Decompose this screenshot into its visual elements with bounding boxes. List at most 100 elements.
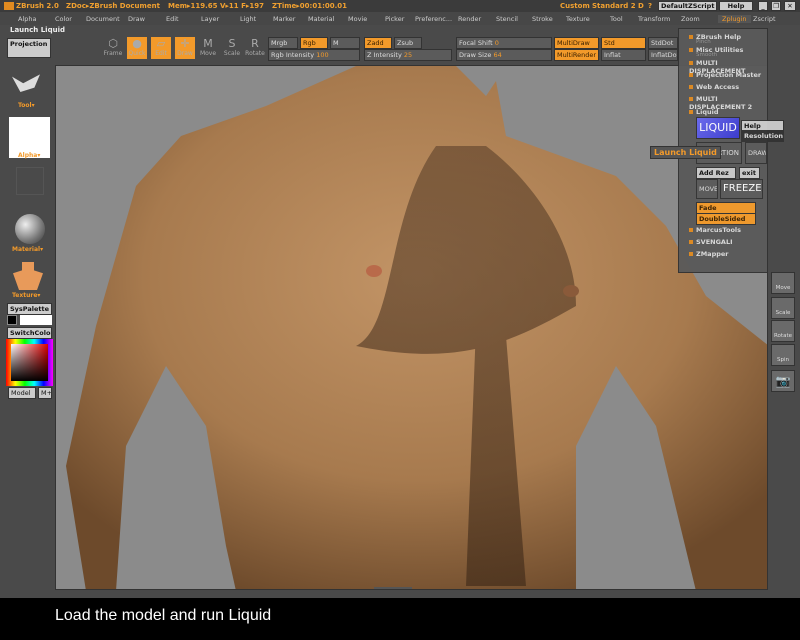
frame-icon: ⬡ — [108, 37, 118, 50]
plugin-item[interactable]: MarcusTools — [689, 226, 741, 234]
plugin-item[interactable]: Misc Utilities Smooth — [689, 46, 743, 58]
move-view-button[interactable]: Move — [771, 272, 795, 294]
menu-light[interactable]: Light — [240, 15, 256, 23]
minimize-icon[interactable]: _ — [758, 1, 768, 11]
model-button[interactable]: Model — [8, 387, 36, 399]
plugin-item-label: Web Access — [696, 83, 740, 91]
freeze-button[interactable]: FREEZE — [720, 179, 763, 199]
material-dropdown[interactable]: Material▾ — [12, 246, 43, 253]
menu-render[interactable]: Render — [458, 15, 481, 23]
custom-button[interactable]: Custom — [560, 2, 590, 10]
menu-draw[interactable]: Draw — [128, 15, 145, 23]
quick-icon: ● — [132, 37, 142, 50]
help-question-button[interactable]: ? — [648, 2, 652, 10]
focal-shift-slider[interactable]: Focal Shift 0 — [456, 37, 552, 49]
texture-thumbnail-icon[interactable] — [13, 262, 43, 290]
zsub-button[interactable]: Zsub — [394, 37, 422, 49]
menu-tool[interactable]: Tool — [610, 15, 623, 23]
draw-icon: ✛ — [180, 37, 190, 50]
exit-button[interactable]: exit — [739, 167, 760, 179]
std-button[interactable]: Std — [601, 37, 646, 49]
quick-button[interactable]: ● Quick — [127, 37, 147, 59]
secondary-color-swatch[interactable] — [7, 315, 17, 325]
canvas-viewport[interactable] — [55, 65, 768, 590]
menu-layer[interactable]: Layer — [201, 15, 219, 23]
help-button[interactable]: Help — [719, 1, 753, 11]
alpha-dropdown[interactable]: Alpha▾ — [18, 152, 40, 159]
menu-document[interactable]: Document — [86, 15, 120, 23]
frame-button[interactable]: ⬡ Frame — [103, 37, 123, 59]
primary-color-swatch[interactable] — [20, 315, 52, 325]
color-picker[interactable] — [6, 339, 53, 386]
plugin-item[interactable]: Projection Master — [689, 71, 761, 79]
edit-icon: ▱ — [156, 37, 166, 50]
menu-picker[interactable]: Picker — [385, 15, 404, 23]
projection-master-button[interactable]: Projection Master — [7, 38, 51, 58]
default-zscript-button[interactable]: DefaultZScript — [658, 1, 718, 11]
add-rez-button[interactable]: Add Rez — [696, 167, 736, 179]
multirender-button[interactable]: MultiRender — [554, 49, 599, 61]
stroke-thumbnail[interactable] — [16, 167, 44, 195]
move-icon: M — [203, 37, 213, 50]
doublesided-toggle[interactable]: DoubleSided — [696, 213, 756, 225]
move-button[interactable]: M Move — [198, 37, 218, 59]
menu-preferenc[interactable]: Preferenc... — [415, 15, 452, 23]
plugin-item[interactable]: Web Access — [689, 83, 739, 91]
z-intensity-slider[interactable]: Z Intensity 25 — [364, 49, 452, 61]
edit-button[interactable]: ▱ Edit — [151, 37, 171, 59]
rgb-button[interactable]: Rgb — [300, 37, 328, 49]
plugin-item[interactable]: Liquid — [689, 108, 719, 116]
menu-texture[interactable]: Texture — [566, 15, 590, 23]
menu-color[interactable]: Color — [55, 15, 72, 23]
liquid-move-button[interactable]: MOVE — [696, 179, 718, 199]
frame-label: Frame — [103, 50, 123, 57]
rgb-intensity-slider[interactable]: Rgb Intensity 100 — [268, 49, 360, 61]
menu-edit[interactable]: Edit — [166, 15, 179, 23]
material-sphere-icon[interactable] — [15, 214, 45, 244]
rotate-button[interactable]: R Rotate — [245, 37, 265, 59]
menu-movie[interactable]: Movie — [348, 15, 367, 23]
plugin-item[interactable]: ZMapper — [689, 250, 729, 258]
menu-stencil[interactable]: Stencil — [496, 15, 518, 23]
m-button[interactable]: M — [330, 37, 360, 49]
plugin-item[interactable]: SVENGALI — [689, 238, 733, 246]
tool-dropdown[interactable]: Tool▾ — [18, 102, 35, 109]
inflatdot-button[interactable]: InflatDot — [648, 49, 678, 61]
multidraw-button[interactable]: MultiDraw — [554, 37, 599, 49]
plugin-item[interactable]: ZBrush Help Pinch — [689, 33, 741, 45]
tool-thumbnail-icon[interactable] — [12, 74, 40, 92]
mrgb-button[interactable]: Mrgb — [268, 37, 298, 49]
tool-label: Tool — [18, 102, 32, 109]
menu-alpha[interactable]: Alpha — [18, 15, 36, 23]
close-icon[interactable]: ✕ — [784, 1, 796, 11]
resolution-slider[interactable]: Resolution — [741, 130, 784, 142]
caption-text: Load the model and run Liquid — [55, 607, 272, 624]
menu-material[interactable]: Material — [308, 15, 334, 23]
syspalette-button[interactable]: SysPalette — [7, 303, 52, 315]
menu-zplugin[interactable]: Zplugin — [718, 15, 751, 23]
color-picker-square[interactable] — [11, 344, 48, 381]
menu-stroke[interactable]: Stroke — [532, 15, 553, 23]
scale-button[interactable]: S Scale — [222, 37, 242, 59]
draw-button[interactable]: ✛ Draw — [175, 37, 195, 59]
zadd-button[interactable]: Zadd — [364, 37, 392, 49]
menu-transform[interactable]: Transform — [638, 15, 670, 23]
camera-icon[interactable]: 📷 — [771, 370, 795, 392]
standard-layout-button[interactable]: Standard 2 D — [592, 2, 644, 10]
inflat-button[interactable]: Inflat — [601, 49, 646, 61]
menu-zoom[interactable]: Zoom — [681, 15, 700, 23]
draw-size-slider[interactable]: Draw Size 64 — [456, 49, 552, 61]
switchcolor-button[interactable]: SwitchColor — [7, 327, 52, 339]
scale-view-button[interactable]: Scale — [771, 297, 795, 319]
rotate-view-button[interactable]: Rotate — [771, 320, 795, 342]
texture-dropdown[interactable]: Texture▾ — [12, 292, 40, 299]
menu-zscript[interactable]: Zscript — [753, 15, 776, 23]
m-plus-button[interactable]: M+ — [38, 387, 52, 399]
stddot-button[interactable]: StdDot — [648, 37, 678, 49]
menu-marker[interactable]: Marker — [273, 15, 295, 23]
restore-icon[interactable]: ❐ — [771, 1, 781, 11]
spin-view-button[interactable]: Spin — [771, 344, 795, 366]
canvas-scroll-handle[interactable] — [374, 587, 412, 589]
liquid-draw-button[interactable]: DRAW — [745, 142, 767, 164]
liquid-logo-button[interactable]: LIQUID — [696, 117, 740, 139]
